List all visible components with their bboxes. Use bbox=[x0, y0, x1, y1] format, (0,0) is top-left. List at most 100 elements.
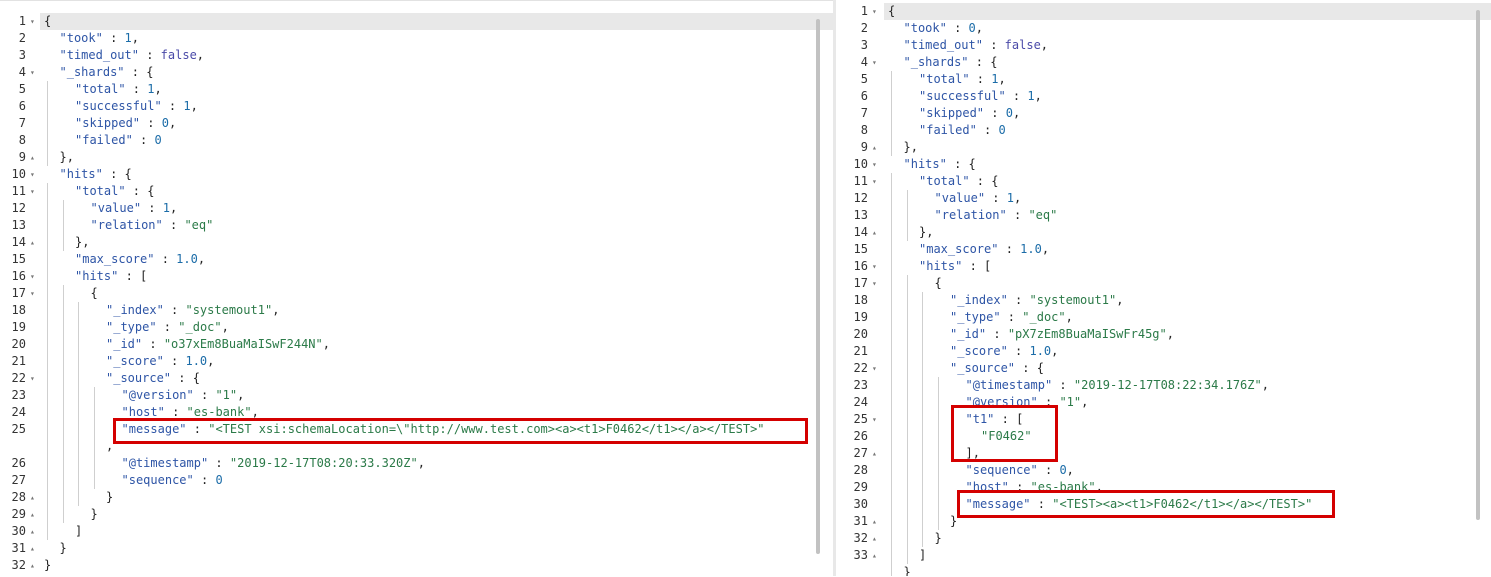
left-code-line[interactable]: 27 "sequence" : 0 bbox=[0, 472, 833, 489]
fold-expand-icon[interactable]: ▴ bbox=[872, 530, 877, 547]
right-code-line[interactable]: 16 ▾ "hits" : [ bbox=[836, 258, 1491, 275]
line-number: 26 bbox=[11, 456, 26, 470]
fold-collapse-icon[interactable]: ▾ bbox=[872, 156, 877, 173]
fold-expand-icon[interactable]: ▴ bbox=[30, 523, 35, 540]
line-number: 32 bbox=[11, 558, 26, 572]
left-code-line[interactable]: 13 "relation" : "eq" bbox=[0, 217, 833, 234]
left-code-line[interactable]: 9 ▴}, bbox=[0, 149, 833, 166]
line-number: 27 bbox=[11, 473, 26, 487]
left-code-line[interactable]: 1 ▾ { bbox=[19, 13, 833, 30]
left-code-line[interactable]: 29 ▴} bbox=[0, 506, 833, 523]
left-code-line[interactable]: 18 "_index" : "systemout1", bbox=[0, 302, 833, 319]
left-code-line[interactable]: 10 ▾ "hits" : { bbox=[0, 166, 833, 183]
fold-expand-icon[interactable]: ▴ bbox=[30, 234, 35, 251]
left-code-line[interactable]: 19 "_type" : "_doc", bbox=[0, 319, 833, 336]
fold-expand-icon[interactable]: ▴ bbox=[30, 149, 35, 166]
right-code-line[interactable]: 11 ▾ "total" : { bbox=[836, 173, 1491, 190]
fold-collapse-icon[interactable]: ▾ bbox=[872, 360, 877, 377]
right-code-line[interactable]: 5 "total" : 1, bbox=[836, 71, 1491, 88]
right-code-line[interactable]: 1 ▾ { bbox=[861, 3, 1491, 20]
left-code-line[interactable]: 22 ▾ "_source" : { bbox=[0, 370, 833, 387]
fold-expand-icon[interactable]: ▴ bbox=[30, 557, 35, 574]
fold-collapse-icon[interactable]: ▾ bbox=[872, 3, 877, 20]
right-code-line[interactable]: 14 ▴}, bbox=[836, 224, 1491, 241]
code-text: "sequence" : 0 bbox=[122, 472, 223, 489]
right-code-line[interactable]: 15 "max_score" : 1.0, bbox=[836, 241, 1491, 258]
left-code-line[interactable]: 32 ▴} bbox=[0, 557, 833, 574]
fold-expand-icon[interactable]: ▴ bbox=[872, 224, 877, 241]
left-code-line[interactable]: 15 "max_score" : 1.0, bbox=[0, 251, 833, 268]
right-code-line[interactable]: 32 ▴} bbox=[836, 530, 1491, 547]
left-scrollbar[interactable] bbox=[816, 19, 820, 554]
right-code-line[interactable]: 24 "@version" : "1", bbox=[836, 394, 1491, 411]
left-code-line[interactable]: 30 ▴] bbox=[0, 523, 833, 540]
left-code-line[interactable]: 17 ▾ { bbox=[0, 285, 833, 302]
left-code-line[interactable]: 5 "total" : 1, bbox=[0, 81, 833, 98]
json-punct: ] bbox=[75, 524, 83, 538]
right-code-line[interactable]: 3 "timed_out" : false, bbox=[836, 37, 1491, 54]
right-code-line[interactable]: 19 "_type" : "_doc", bbox=[836, 309, 1491, 326]
fold-collapse-icon[interactable]: ▾ bbox=[30, 268, 35, 285]
right-code-line[interactable]: 26 "F0462" bbox=[836, 428, 1491, 445]
right-code-line[interactable]: } bbox=[836, 564, 1491, 576]
left-code-line[interactable]: 7 "skipped" : 0, bbox=[0, 115, 833, 132]
right-code-line[interactable]: 21 "_score" : 1.0, bbox=[836, 343, 1491, 360]
line-number: 22 bbox=[11, 371, 26, 385]
fold-expand-icon[interactable]: ▴ bbox=[872, 513, 877, 530]
fold-collapse-icon[interactable]: ▾ bbox=[30, 64, 35, 81]
fold-expand-icon[interactable]: ▴ bbox=[30, 540, 35, 557]
left-code-line[interactable]: 4 ▾ "_shards" : { bbox=[0, 64, 833, 81]
fold-collapse-icon[interactable]: ▾ bbox=[872, 411, 877, 428]
left-code-line[interactable]: 31 ▴} bbox=[0, 540, 833, 557]
right-code-line[interactable]: 18 "_index" : "systemout1", bbox=[836, 292, 1491, 309]
fold-collapse-icon[interactable]: ▾ bbox=[872, 258, 877, 275]
fold-collapse-icon[interactable]: ▾ bbox=[872, 173, 877, 190]
fold-collapse-icon[interactable]: ▾ bbox=[30, 166, 35, 183]
fold-expand-icon[interactable]: ▴ bbox=[30, 506, 35, 523]
fold-expand-icon[interactable]: ▴ bbox=[872, 445, 877, 462]
fold-collapse-icon[interactable]: ▾ bbox=[30, 13, 35, 30]
right-code-line[interactable]: 28 "sequence" : 0, bbox=[836, 462, 1491, 479]
left-code-line[interactable]: 8 "failed" : 0 bbox=[0, 132, 833, 149]
right-code-line[interactable]: 25 ▾ "t1" : [ bbox=[836, 411, 1491, 428]
right-code-line[interactable]: 22 ▾ "_source" : { bbox=[836, 360, 1491, 377]
right-code-line[interactable]: 4 ▾ "_shards" : { bbox=[836, 54, 1491, 71]
left-code-line[interactable]: 12 "value" : 1, bbox=[0, 200, 833, 217]
right-scrollbar[interactable] bbox=[1476, 10, 1480, 520]
right-json-editor[interactable]: 1 ▾ {2 "took" : 0, 3 "timed_out" : false, 4 ▾ "_… bbox=[836, 0, 1491, 576]
left-json-editor[interactable]: 1 ▾ {2 "took" : 1, 3 "timed_out" : false, 4 ▾ "_… bbox=[0, 0, 833, 577]
fold-expand-icon[interactable]: ▴ bbox=[872, 547, 877, 564]
fold-expand-icon[interactable]: ▴ bbox=[30, 489, 35, 506]
right-code-line[interactable]: 9 ▴}, bbox=[836, 139, 1491, 156]
left-code-line[interactable]: 11 ▾ "total" : { bbox=[0, 183, 833, 200]
right-code-line[interactable]: 10 ▾ "hits" : { bbox=[836, 156, 1491, 173]
right-code-line[interactable]: 27 ▴], bbox=[836, 445, 1491, 462]
fold-collapse-icon[interactable]: ▾ bbox=[30, 285, 35, 302]
right-code-line[interactable]: 12 "value" : 1, bbox=[836, 190, 1491, 207]
right-code-line[interactable]: 2 "took" : 0, bbox=[836, 20, 1491, 37]
right-code-line[interactable]: 23 "@timestamp" : "2019-12-17T08:22:34.17… bbox=[836, 377, 1491, 394]
right-code-line[interactable]: 6 "successful" : 1, bbox=[836, 88, 1491, 105]
right-code-line[interactable]: 17 ▾ { bbox=[836, 275, 1491, 292]
left-code-line[interactable]: 26 "@timestamp" : "2019-12-17T08:20:33.32… bbox=[0, 455, 833, 472]
left-code-line[interactable]: 2 "took" : 1, bbox=[0, 30, 833, 47]
fold-collapse-icon[interactable]: ▾ bbox=[872, 275, 877, 292]
left-code-line[interactable]: 21 "_score" : 1.0, bbox=[0, 353, 833, 370]
left-code-line[interactable]: 14 ▴}, bbox=[0, 234, 833, 251]
right-code-line[interactable]: 8 "failed" : 0 bbox=[836, 122, 1491, 139]
fold-collapse-icon[interactable]: ▾ bbox=[872, 54, 877, 71]
left-code-line[interactable]: 6 "successful" : 1, bbox=[0, 98, 833, 115]
right-code-line[interactable]: 20 "_id" : "pX7zEm8BuaMaISwFr45g", bbox=[836, 326, 1491, 343]
fold-expand-icon[interactable]: ▴ bbox=[872, 139, 877, 156]
right-code-line[interactable]: 13 "relation" : "eq" bbox=[836, 207, 1491, 224]
left-code-line[interactable]: 28 ▴} bbox=[0, 489, 833, 506]
json-punct: : bbox=[1005, 89, 1028, 103]
left-code-line[interactable]: 16 ▾ "hits" : [ bbox=[0, 268, 833, 285]
right-code-line[interactable]: 7 "skipped" : 0, bbox=[836, 105, 1491, 122]
left-code-line[interactable]: 20 "_id" : "o37xEm8BuaMaISwF244N", bbox=[0, 336, 833, 353]
right-code-line[interactable]: 33 ▴] bbox=[836, 547, 1491, 564]
fold-collapse-icon[interactable]: ▾ bbox=[30, 183, 35, 200]
left-code-line[interactable]: 23 "@version" : "1", bbox=[0, 387, 833, 404]
left-code-line[interactable]: 3 "timed_out" : false, bbox=[0, 47, 833, 64]
fold-collapse-icon[interactable]: ▾ bbox=[30, 370, 35, 387]
